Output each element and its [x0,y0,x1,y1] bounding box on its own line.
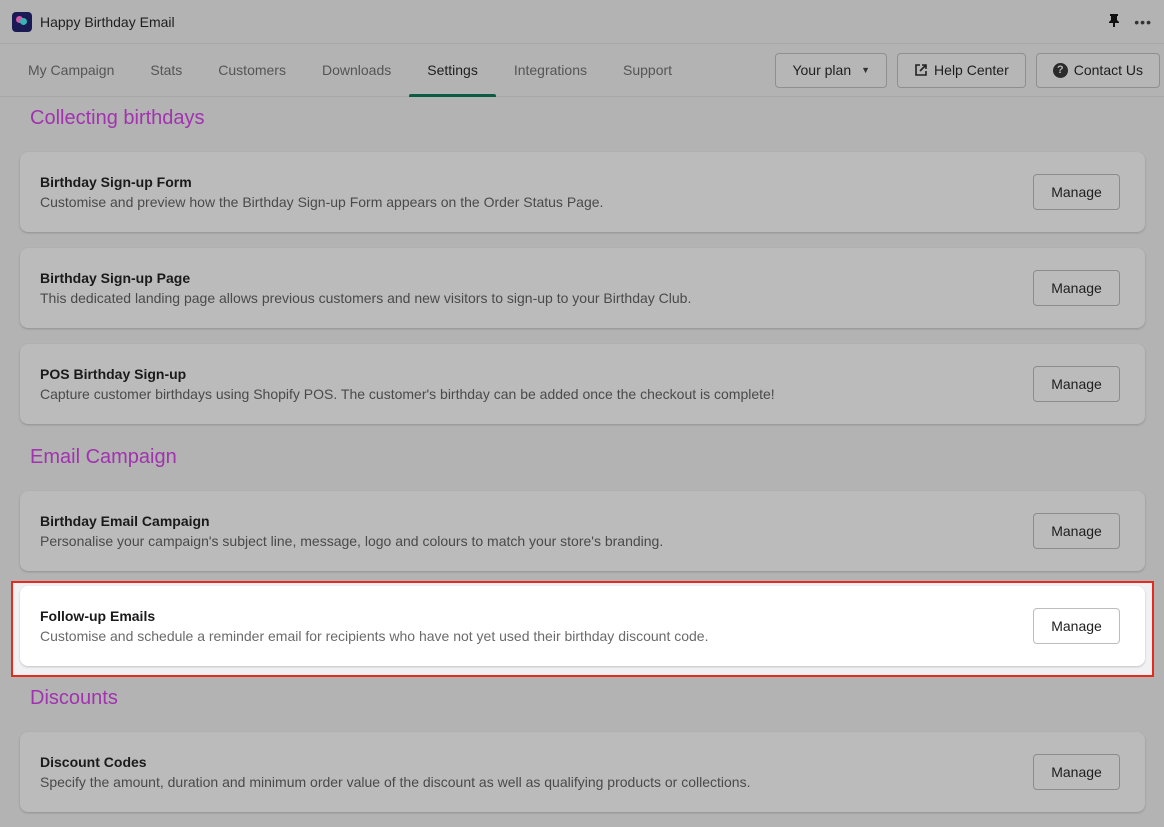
app-title: Happy Birthday Email [40,13,175,30]
card-description: Personalise your campaign's subject line… [40,533,664,549]
card-discount-codes: Discount Codes Specify the amount, durat… [20,732,1145,812]
card-title: Discount Codes [40,754,147,770]
title-bar: Happy Birthday Email ••• [0,0,1164,44]
external-link-icon [914,63,928,77]
card-description: Capture customer birthdays using Shopify… [40,386,775,402]
caret-down-icon: ▼ [861,65,871,75]
tab-downloads[interactable]: Downloads [304,44,409,96]
help-center-button[interactable]: Help Center [897,52,1026,88]
balloons-logo-icon [12,11,32,32]
card-title: Birthday Sign-up Page [40,270,191,286]
tab-settings[interactable]: Settings [409,44,496,97]
section-title-email-campaign: Email Campaign [30,446,177,468]
question-circle-icon: ? [1052,62,1068,78]
more-icon[interactable]: ••• [1134,14,1152,30]
card-description: Specify the amount, duration and minimum… [40,774,751,790]
card-title: Birthday Email Campaign [40,513,210,529]
highlight-outline: Follow-up Emails Customise and schedule … [11,581,1154,677]
tab-support[interactable]: Support [605,44,690,96]
tab-my-campaign[interactable]: My Campaign [10,44,132,96]
manage-birthday-signup-page-button[interactable]: Manage [1033,270,1120,306]
card-title: Birthday Sign-up Form [40,174,192,190]
tab-customers[interactable]: Customers [200,44,304,96]
pin-icon[interactable] [1108,13,1120,30]
section-title-collecting-birthdays: Collecting birthdays [30,107,205,129]
manage-birthday-email-campaign-button[interactable]: Manage [1033,513,1120,549]
card-birthday-signup-page: Birthday Sign-up Page This dedicated lan… [20,248,1145,328]
manage-pos-birthday-signup-button[interactable]: Manage [1033,366,1120,402]
manage-birthday-signup-form-button[interactable]: Manage [1033,174,1120,210]
card-pos-birthday-signup: POS Birthday Sign-up Capture customer bi… [20,344,1145,424]
card-title: POS Birthday Sign-up [40,366,187,382]
card-title: Follow-up Emails [40,608,156,624]
card-description: Customise and schedule a reminder email … [40,628,709,644]
tab-integrations[interactable]: Integrations [496,44,605,96]
card-birthday-email-campaign: Birthday Email Campaign Personalise your… [20,491,1145,571]
manage-follow-up-emails-button[interactable]: Manage [1033,608,1120,644]
contact-us-label: Contact Us [1073,62,1143,78]
card-follow-up-emails: Follow-up Emails Customise and schedule … [20,586,1145,666]
settings-content: Collecting birthdays Birthday Sign-up Fo… [0,107,1164,812]
card-birthday-signup-form: Birthday Sign-up Form Customise and prev… [20,152,1145,232]
your-plan-button[interactable]: Your plan ▼ [775,52,888,88]
contact-us-button[interactable]: ? Contact Us [1035,52,1160,88]
your-plan-label: Your plan [792,62,852,78]
nav-bar: My Campaign Stats Customers Downloads Se… [0,44,1164,97]
tab-stats[interactable]: Stats [132,44,200,96]
manage-discount-codes-button[interactable]: Manage [1033,754,1120,790]
card-description: Customise and preview how the Birthday S… [40,194,604,210]
help-center-label: Help Center [934,62,1009,78]
card-description: This dedicated landing page allows previ… [40,290,692,306]
section-title-discounts: Discounts [30,687,118,709]
